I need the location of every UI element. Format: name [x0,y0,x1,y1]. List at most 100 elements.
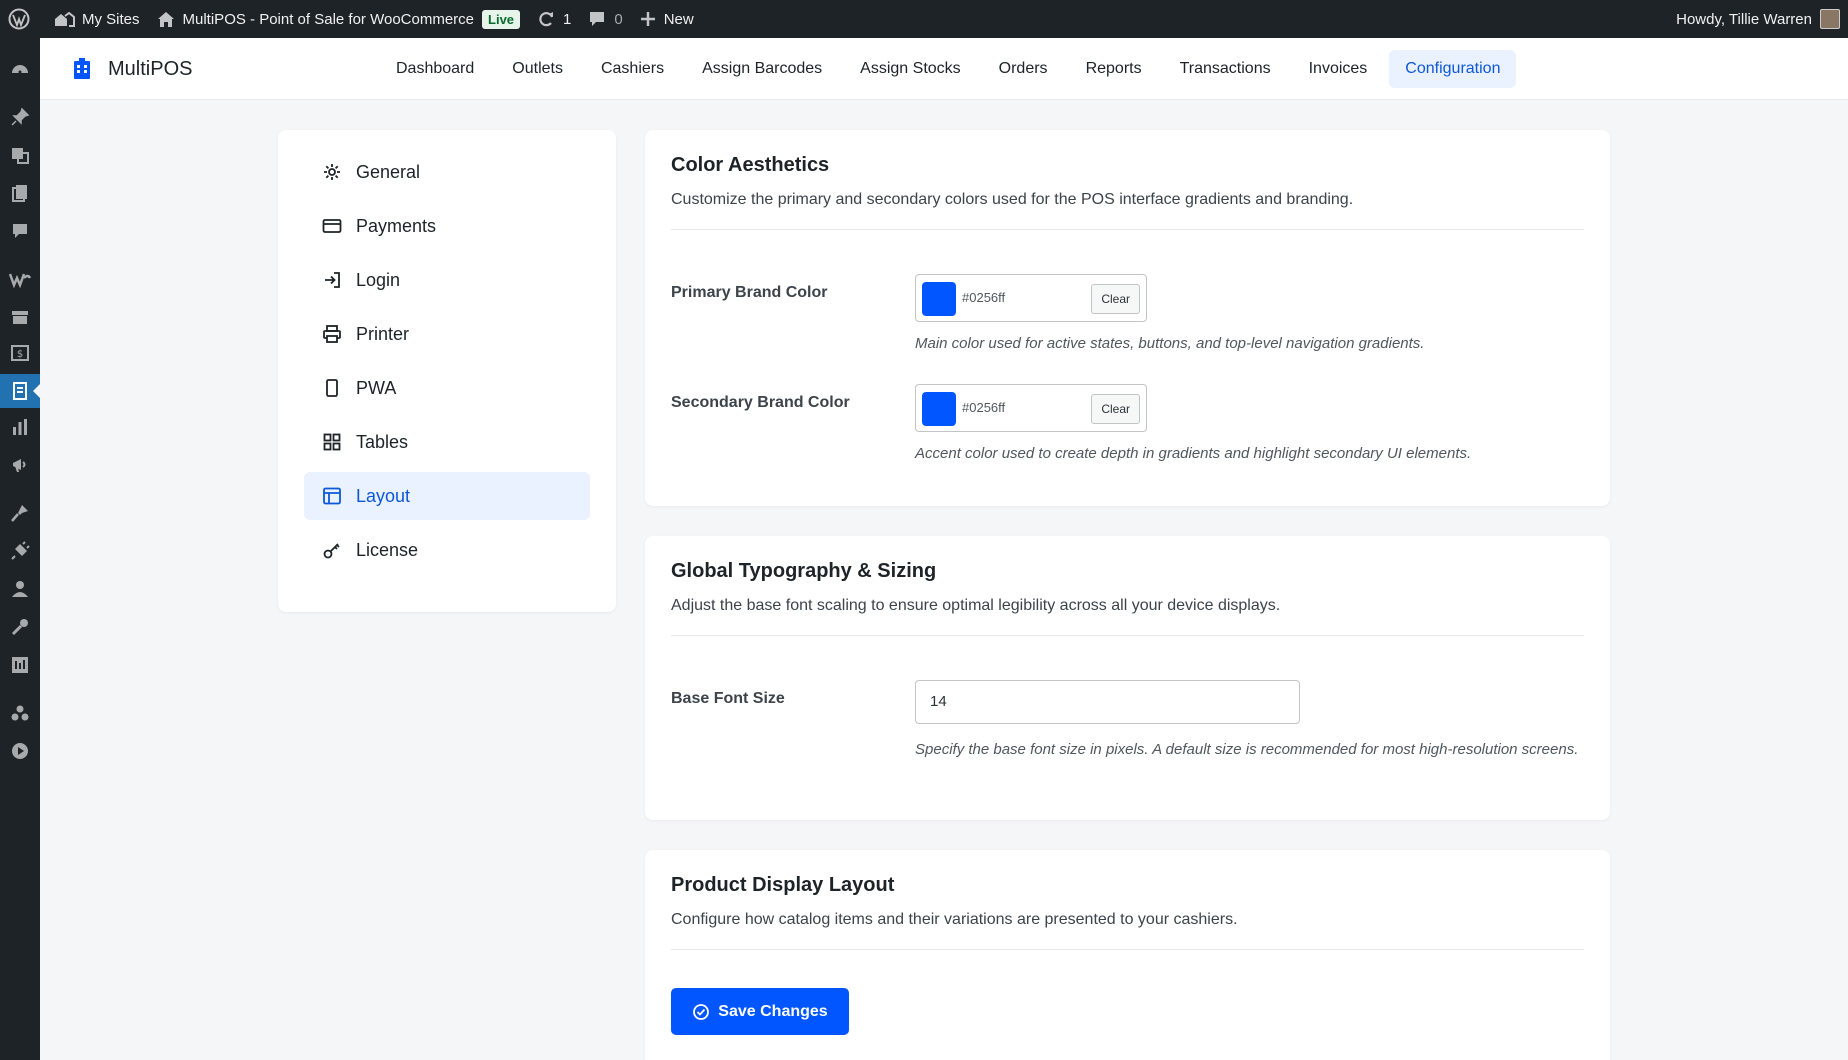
howdy-label: Howdy, Tillie Warren [1676,10,1812,28]
live-badge: Live [482,9,521,29]
sidebar-item-license[interactable]: License [304,526,590,574]
sites-icon [55,11,75,27]
updates-link[interactable]: 1 [528,0,579,38]
dashboard-menu-icon[interactable] [0,52,40,86]
sidebar-item-general[interactable]: General [304,148,590,196]
color-section-title: Color Aesthetics [671,154,830,176]
product-section-description: Configure how catalog items and their va… [671,911,1238,928]
nav-dashboard[interactable]: Dashboard [380,50,490,88]
primary-clear-button[interactable]: Clear [1091,284,1140,314]
sidebar-item-label: Payments [356,215,437,236]
sidebar-item-label: General [356,161,421,182]
primary-color-label: Primary Brand Color [671,284,828,301]
secondary-color-picker[interactable]: #0256ff Clear [915,384,1147,432]
plus-icon [640,12,655,26]
base-font-row: Base Font Size 14 Specify the base font … [671,680,1584,800]
secondary-color-row: Secondary Brand Color #0256ff Clear Acce… [671,384,1584,504]
primary-color-swatch[interactable] [922,282,956,316]
secondary-color-swatch[interactable] [922,392,956,426]
analytics-icon[interactable] [0,410,40,444]
primary-color-picker[interactable]: #0256ff Clear [915,274,1147,322]
users-icon[interactable] [0,572,40,606]
app-header: MultiPOS Dashboard Outlets Cashiers Assi… [40,38,1848,100]
base-font-size-input[interactable]: 14 [915,680,1300,724]
brand[interactable]: MultiPOS [72,38,192,100]
typography-section-description: Adjust the base font scaling to ensure o… [671,597,1281,614]
multipos-logo-icon [74,58,90,79]
top-nav: Dashboard Outlets Cashiers Assign Barcod… [380,50,1517,88]
settings-icon[interactable] [0,648,40,682]
sidebar-item-label: Tables [356,431,409,452]
pin-icon[interactable] [0,100,40,134]
admin-menu: $ [0,38,40,1060]
sidebar-item-label: Login [356,269,401,290]
nav-assign-barcodes[interactable]: Assign Barcodes [686,50,838,88]
sidebar-item-label: License [356,539,419,560]
secondary-clear-button[interactable]: Clear [1091,394,1140,424]
nav-configuration[interactable]: Configuration [1389,50,1517,88]
nav-reports[interactable]: Reports [1070,50,1158,88]
svg-text:$: $ [17,349,23,360]
sidebar-item-payments[interactable]: Payments [304,202,590,250]
my-sites-label: My Sites [82,10,140,28]
key-icon [323,543,340,559]
divider [671,635,1584,636]
appearance-icon[interactable] [0,496,40,530]
comments-menu-icon[interactable] [0,214,40,248]
pages-icon[interactable] [0,176,40,210]
nav-assign-stocks[interactable]: Assign Stocks [844,50,976,88]
base-font-label: Base Font Size [671,690,785,707]
updates-count: 1 [563,10,572,28]
play-icon[interactable] [0,734,40,768]
new-content-menu[interactable]: New [631,0,702,38]
megaphone-icon[interactable] [0,448,40,482]
archive-icon[interactable] [0,300,40,334]
gear-icon [324,164,340,180]
comments-link[interactable]: 0 [579,0,630,38]
wordpress-logo-button[interactable] [0,0,45,38]
plugins-icon[interactable] [0,534,40,568]
my-sites-menu[interactable]: My Sites [45,0,148,38]
sidebar-item-label: Layout [356,485,411,506]
printer-icon [323,325,341,343]
primary-color-hint: Main color used for active states, butto… [915,335,1425,352]
multipos-menu-icon[interactable] [0,374,40,408]
woocommerce-icon[interactable] [0,262,40,296]
nav-transactions[interactable]: Transactions [1164,50,1287,88]
media-icon[interactable] [0,138,40,172]
site-name-menu[interactable]: MultiPOS - Point of Sale for WooCommerce… [148,0,529,38]
sidebar-item-pwa[interactable]: PWA [304,364,590,412]
avatar [1820,9,1840,29]
sidebar-item-tables[interactable]: Tables [304,418,590,466]
sidebar-item-printer[interactable]: Printer [304,310,590,358]
divider [671,229,1584,230]
sidebar-item-label: Printer [356,323,410,344]
login-icon [325,272,340,288]
color-aesthetics-card: Color Aesthetics Customize the primary a… [645,130,1610,506]
nav-invoices[interactable]: Invoices [1293,50,1384,88]
secondary-color-value[interactable]: #0256ff [962,400,1005,415]
payments-menu-icon[interactable]: $ [0,336,40,370]
sidebar-item-label: PWA [356,377,397,398]
nav-orders[interactable]: Orders [983,50,1064,88]
sidebar-item-layout[interactable]: Layout [304,472,590,520]
comment-icon [590,12,605,26]
base-font-hint: Specify the base font size in pixels. A … [915,741,1579,758]
wordpress-icon [8,8,30,30]
account-menu[interactable]: Howdy, Tillie Warren [1676,9,1848,29]
community-icon[interactable] [0,696,40,730]
nav-outlets[interactable]: Outlets [496,50,579,88]
tools-icon[interactable] [0,610,40,644]
save-changes-button[interactable]: Save Changes [671,988,849,1035]
site-name-label: MultiPOS - Point of Sale for WooCommerce [182,10,475,28]
sidebar-item-login[interactable]: Login [304,256,590,304]
secondary-color-label: Secondary Brand Color [671,394,850,411]
new-label: New [663,10,694,28]
nav-cashiers[interactable]: Cashiers [585,50,680,88]
primary-color-value[interactable]: #0256ff [962,290,1005,305]
secondary-color-hint: Accent color used to create depth in gra… [915,445,1472,462]
product-display-card: Product Display Layout Configure how cat… [645,850,1610,1060]
admin-bar: My Sites MultiPOS - Point of Sale for Wo… [0,0,1848,38]
typography-section-title: Global Typography & Sizing [671,560,937,582]
credit-card-icon [322,219,342,233]
